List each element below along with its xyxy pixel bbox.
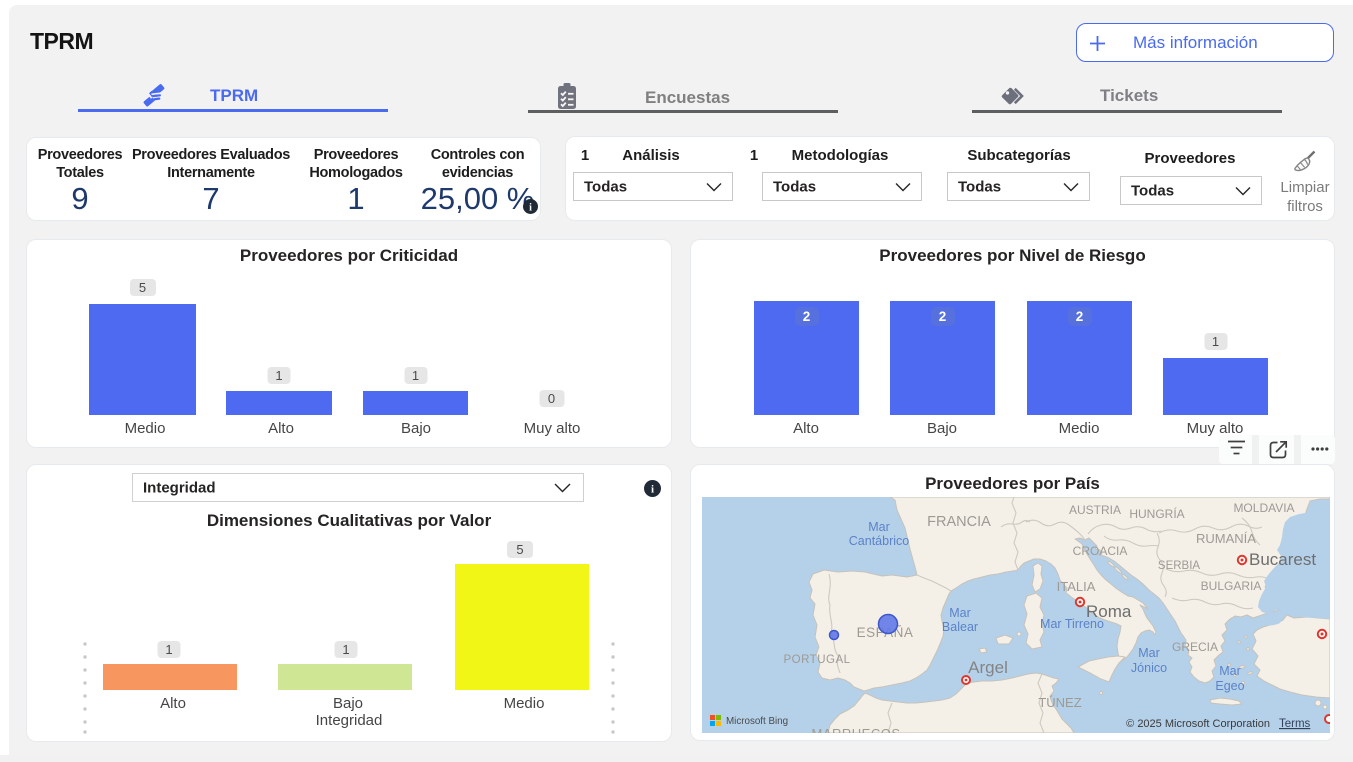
svg-text:MOLDAVIA: MOLDAVIA — [1233, 501, 1294, 515]
svg-text:Jónico: Jónico — [1131, 661, 1167, 675]
svg-text:Egeo: Egeo — [1215, 679, 1244, 693]
svg-text:Terms: Terms — [1279, 718, 1311, 730]
svg-text:TÚNEZ: TÚNEZ — [1038, 695, 1081, 710]
svg-text:SERBIA: SERBIA — [1158, 560, 1201, 572]
svg-text:i: i — [651, 484, 654, 496]
svg-text:Microsoft Bing: Microsoft Bing — [726, 716, 788, 727]
svg-text:PORTUGAL: PORTUGAL — [783, 654, 850, 666]
svg-text:i: i — [529, 202, 532, 213]
svg-text:FRANCIA: FRANCIA — [927, 514, 991, 530]
svg-text:Mar: Mar — [868, 520, 890, 534]
svg-text:Bucarest: Bucarest — [1249, 550, 1316, 569]
svg-text:Balear: Balear — [942, 620, 978, 634]
svg-text:HUNGRÍA: HUNGRÍA — [1129, 506, 1184, 521]
svg-text:Argel: Argel — [968, 658, 1008, 677]
svg-text:Mar: Mar — [1138, 646, 1160, 660]
svg-text:ITALIA: ITALIA — [1057, 579, 1096, 594]
svg-text:Roma: Roma — [1086, 602, 1132, 621]
svg-text:BULGARIA: BULGARIA — [1201, 579, 1262, 593]
svg-text:AUSTRIA: AUSTRIA — [1069, 503, 1121, 517]
svg-text:MARRUECOS: MARRUECOS — [811, 726, 900, 733]
svg-text:© 2025 Microsoft Corporation: © 2025 Microsoft Corporation — [1126, 718, 1270, 730]
svg-text:Cantábrico: Cantábrico — [849, 534, 909, 548]
svg-text:RUMANÍA: RUMANÍA — [1196, 531, 1256, 546]
svg-text:GRECIA: GRECIA — [1172, 640, 1218, 654]
svg-text:Mar: Mar — [1219, 664, 1241, 678]
svg-text:CROACIA: CROACIA — [1073, 544, 1128, 558]
svg-text:Mar: Mar — [949, 606, 971, 620]
